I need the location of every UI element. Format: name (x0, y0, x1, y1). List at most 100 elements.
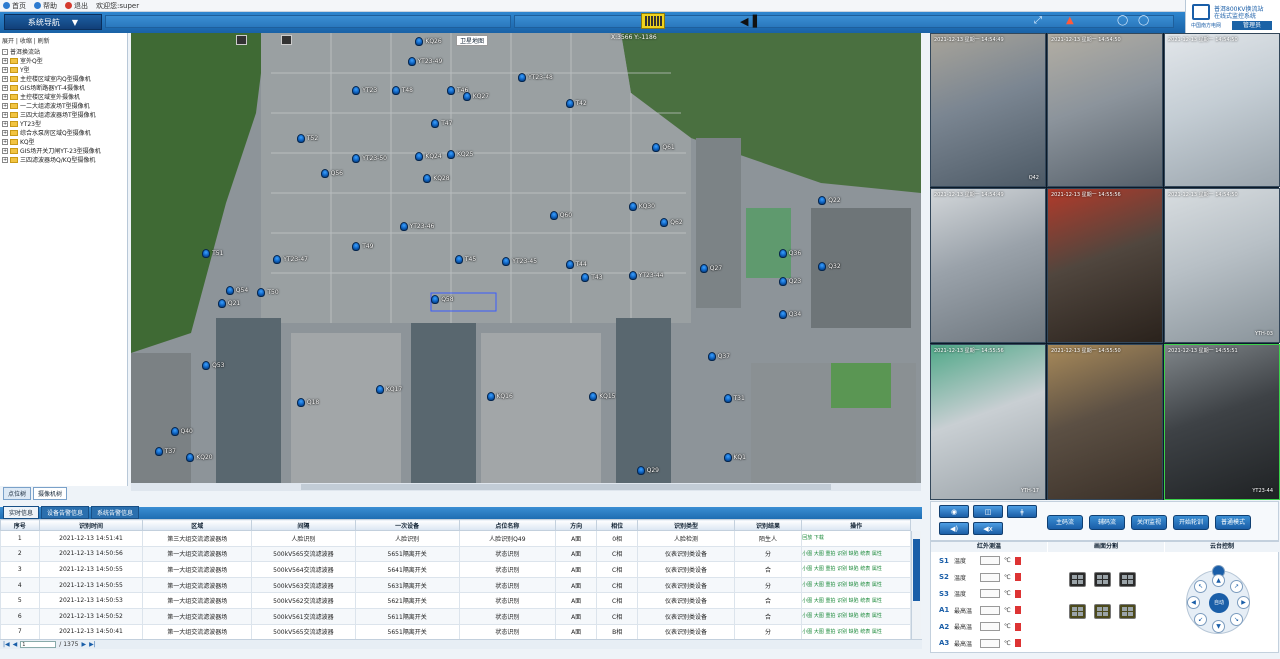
camera-marker[interactable]: KQ27 (462, 92, 489, 102)
camera-marker[interactable]: KQ25 (447, 149, 473, 159)
tree-ops[interactable]: 展开 | 收缩 | 刷新 (2, 36, 125, 45)
camera-marker[interactable]: YT23-50 (352, 154, 387, 163)
ptz-down-icon[interactable]: ▼ (1212, 620, 1225, 633)
ptz-up-right-icon[interactable]: ↗ (1230, 580, 1243, 593)
tab-camera-tree[interactable]: 摄像机树 (33, 487, 68, 500)
camera-marker[interactable]: Q56 (320, 169, 343, 179)
prev-circle-icon[interactable]: ◯ (1117, 15, 1128, 26)
camera-marker[interactable]: KQ15 (589, 391, 615, 401)
camera-marker[interactable]: YT23 (352, 85, 377, 95)
help-link[interactable]: 帮助 (34, 1, 57, 11)
camera-marker[interactable]: KQ30 (628, 202, 655, 212)
tree-item[interactable]: + 主控楼区域室内Q型摄像机 (2, 74, 125, 83)
camera-marker[interactable]: T47 (431, 118, 453, 128)
camera-marker[interactable]: Q36 (778, 248, 801, 258)
ptz-right-icon[interactable]: ▶ (1237, 596, 1250, 609)
camera-marker[interactable]: Q18 (296, 398, 319, 408)
fullscreen-icon[interactable]: ⤢ (1034, 15, 1042, 26)
camera-marker[interactable]: T50 (257, 288, 279, 298)
battery-icon[interactable] (641, 13, 665, 29)
alarm-bell-icon[interactable]: ▲ (1066, 15, 1074, 26)
video-cell[interactable]: 2021-12-13 星期一 14:55:51 YT23-44 (1164, 344, 1280, 500)
home-link[interactable]: 首页 (3, 1, 26, 11)
expand-icon[interactable]: + (2, 93, 8, 100)
layout-6-icon[interactable] (1094, 572, 1111, 587)
camera-marker[interactable]: Q23 (778, 277, 801, 287)
map-h-scrollbar[interactable] (131, 483, 921, 491)
camera-marker[interactable]: T43 (581, 272, 603, 282)
camera-marker[interactable]: Q62 (660, 217, 683, 227)
close-monitor-button[interactable]: 关闭监视 (1131, 515, 1167, 530)
camera-marker[interactable]: Q40 (170, 426, 193, 436)
table-row[interactable]: 5 2021-12-13 14:50:53 第一大组交流滤波器场 500kV562交流… (0, 592, 911, 609)
column-header[interactable]: 序号 (0, 519, 40, 531)
row-actions[interactable]: 小图 大图 重拍 识别 缺陷 统表 属性 (801, 623, 911, 641)
ptz-down-right-icon[interactable]: ↘ (1230, 613, 1243, 626)
expand-icon[interactable]: + (2, 147, 8, 154)
table-row[interactable]: 4 2021-12-13 14:50:55 第一大组交流滤波器场 500kV563交流… (0, 576, 911, 594)
tree-item[interactable]: + GIS场开关刀闸YT-23型摄像机 (2, 146, 125, 155)
video-cell[interactable]: 2021-12-13 星期一 14:54:50 YTH-03 (1164, 188, 1280, 343)
row-actions[interactable]: 小图 大图 重拍 识别 缺陷 统表 属性 (801, 545, 911, 563)
tree-item[interactable]: + GIS场断路器YT-4摄像机 (2, 83, 125, 92)
tree-item[interactable]: + Y型 (2, 65, 125, 74)
layout-13-icon[interactable] (1094, 604, 1111, 619)
camera-marker[interactable]: KQ20 (186, 453, 213, 463)
camera-marker[interactable]: YT23-44 (628, 270, 663, 280)
camera-marker[interactable]: Q54 (225, 286, 248, 295)
ptz-up-left-icon[interactable]: ↖ (1194, 580, 1207, 593)
video-cell[interactable]: 2021-12-13 星期一 14:55:56 YTH-17 (930, 344, 1046, 500)
video-cell[interactable]: 2021-12-13 星期一 14:55:50 (1047, 344, 1163, 500)
next-page-icon[interactable]: ▶ (81, 641, 86, 648)
camera-marker[interactable]: KQ24 (415, 151, 442, 161)
satellite-map[interactable]: 卫星地图 X:3566 Y:-1186 KQ26 YT23-49 YT23-48 YT… (131, 33, 921, 483)
camera-marker[interactable]: Q34 (778, 310, 801, 320)
expand-icon[interactable]: + (2, 75, 8, 82)
layout-9-icon[interactable] (1119, 572, 1136, 587)
mute-icon[interactable]: ◀x (973, 522, 1003, 535)
camera-marker[interactable]: T48 (391, 85, 413, 95)
row-actions[interactable]: 小图 大图 重拍 识别 缺陷 统表 属性 (801, 576, 911, 594)
delete-icon[interactable] (1014, 622, 1021, 631)
tree-item[interactable]: + 三四滤波器场Q/KQ型摄像机 (2, 155, 125, 164)
camera-marker[interactable]: T42 (565, 99, 587, 108)
expand-icon[interactable]: + (2, 84, 8, 91)
column-header[interactable]: 识别类型 (637, 519, 735, 531)
ptz-left-icon[interactable]: ◀ (1187, 596, 1200, 609)
camera-marker[interactable]: T37 (154, 446, 176, 456)
sensor-value-field[interactable] (980, 605, 1000, 615)
column-header[interactable]: 操作 (801, 519, 911, 531)
sensor-value-field[interactable] (980, 622, 1000, 631)
camera-marker[interactable]: YT23-48 (518, 72, 553, 82)
ptz-up-icon[interactable]: ▲ (1212, 574, 1225, 587)
camera-marker[interactable]: Q21 (217, 299, 240, 309)
next-circle-icon[interactable]: ◯ (1138, 15, 1149, 26)
sensor-value-field[interactable] (980, 572, 1000, 582)
row-actions[interactable]: 小图 大图 重拍 识别 缺陷 统表 属性 (801, 592, 911, 609)
column-header[interactable]: 间隔 (251, 519, 356, 531)
prev-page-icon[interactable]: ◀ (13, 641, 18, 648)
expand-icon[interactable]: + (2, 57, 8, 64)
delete-icon[interactable] (1014, 606, 1021, 614)
first-page-icon[interactable]: |◀ (3, 641, 10, 648)
table-row[interactable]: 1 2021-12-13 14:51:41 第三大组交流滤波器场 人脸识别 人脸识别 人脸… (0, 530, 911, 547)
last-page-icon[interactable]: ▶| (89, 641, 96, 648)
camera-marker[interactable]: YT23-49 (407, 57, 442, 67)
camera-marker[interactable]: Q58 (431, 294, 454, 304)
ptz-down-left-icon[interactable]: ↙ (1194, 613, 1207, 626)
camera-marker[interactable]: KQ1 (723, 453, 746, 463)
video-cell[interactable]: 2021-12-13 星期一 14:54:49 (930, 188, 1046, 343)
video-cell[interactable]: 2021-12-13 星期一 14:55:56 (1047, 188, 1163, 343)
snapshot-icon[interactable]: ◫ (973, 505, 1003, 518)
expand-icon[interactable]: + (2, 138, 8, 145)
column-header[interactable]: 一次设备 (354, 519, 460, 531)
tree-item[interactable]: + YT23型 (2, 119, 125, 128)
tab-realtime[interactable]: 实时信息 (3, 506, 40, 519)
tree-item[interactable]: + 三四大组滤波器场T型摄像机 (2, 110, 125, 119)
camera-marker[interactable]: KQ26 (415, 37, 442, 47)
table-row[interactable]: 6 2021-12-13 14:50:52 第一大组交流滤波器场 500kV561交流… (0, 607, 911, 625)
row-actions[interactable]: 小图 大图 重拍 识别 缺陷 统表 属性 (801, 561, 911, 578)
ptz-auto-button[interactable]: 自动 (1209, 593, 1229, 613)
table-row[interactable]: 3 2021-12-13 14:50:55 第一大组交流滤波器场 500kV564交流… (0, 561, 911, 578)
sub-stream-button[interactable]: 辅码流 (1089, 515, 1125, 530)
